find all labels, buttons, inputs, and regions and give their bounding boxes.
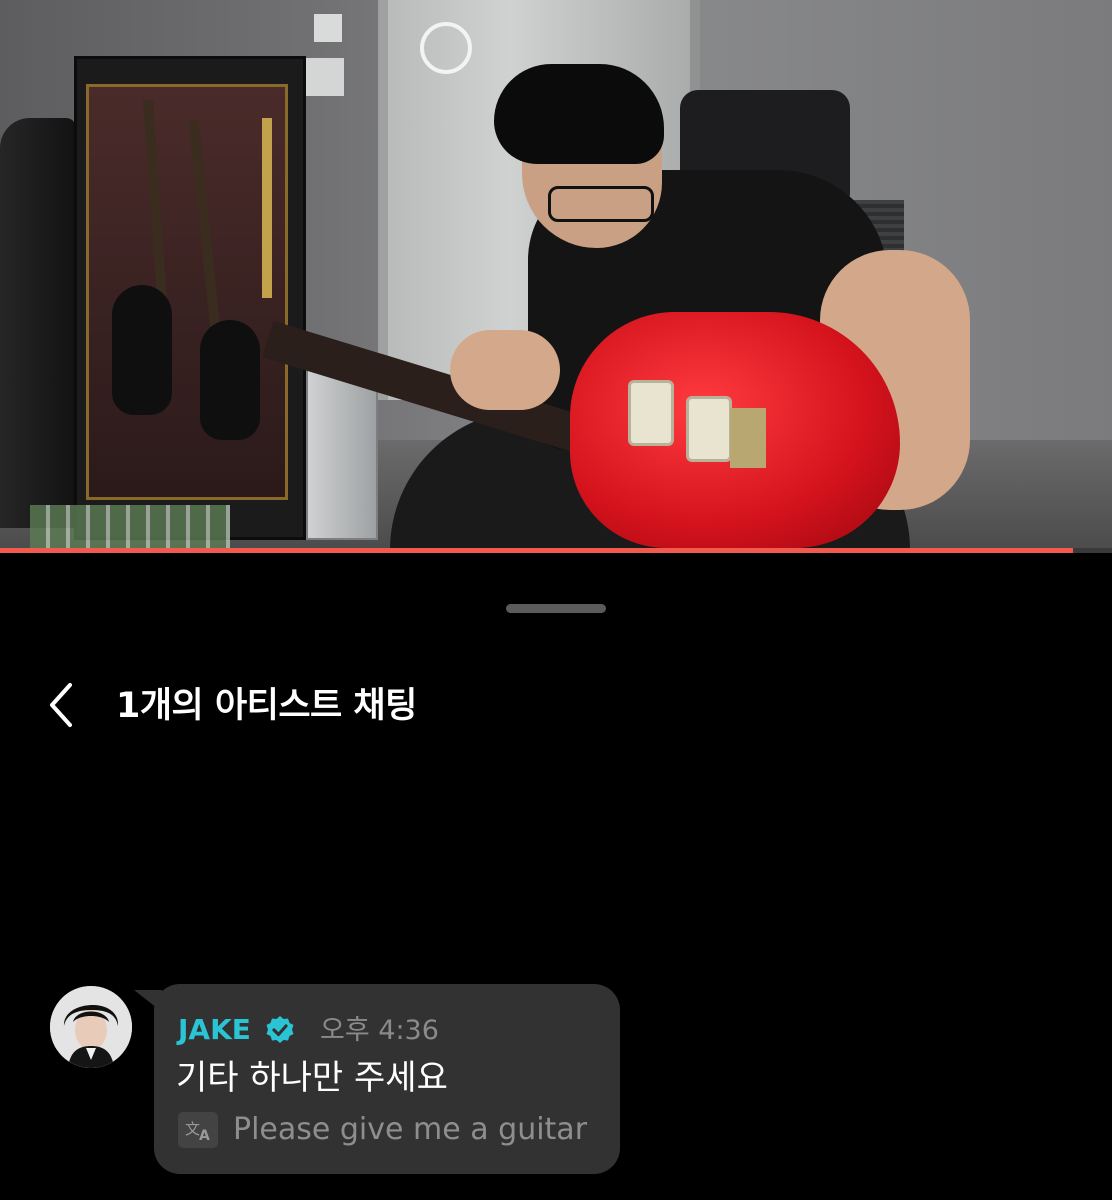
- video-guitar-bridge: [730, 408, 766, 468]
- avatar-image: [50, 986, 132, 1068]
- video-guitar-pickup: [686, 396, 732, 462]
- live-video[interactable]: [0, 0, 1112, 548]
- avatar[interactable]: [50, 986, 132, 1068]
- video-stored-guitar-body: [112, 285, 172, 415]
- video-stored-guitar-neck: [262, 118, 272, 298]
- svg-text:文: 文: [185, 1120, 200, 1138]
- video-gig-bag: [0, 118, 76, 528]
- back-button[interactable]: [44, 680, 84, 730]
- verified-badge-icon: [266, 1016, 294, 1043]
- video-wall-switch: [314, 14, 342, 42]
- message-text: 기타 하나만 주세요: [176, 1058, 448, 1098]
- video-aluminum-case: [306, 366, 378, 540]
- message-translation: Please give me a guitar: [233, 1112, 588, 1147]
- translate-icon: 文 A: [185, 1120, 210, 1144]
- video-wall-panel: [302, 58, 344, 96]
- video-stored-guitar-body: [200, 320, 260, 440]
- video-progress-bar[interactable]: [0, 548, 1112, 553]
- translate-button[interactable]: 文 A: [178, 1112, 218, 1148]
- video-door-ring: [420, 22, 472, 74]
- video-person-hand: [450, 330, 560, 410]
- video-bottles: [30, 505, 230, 548]
- video-progress-fill: [0, 548, 1074, 553]
- video-guitar-pickup: [628, 380, 674, 446]
- svg-text:A: A: [199, 1128, 210, 1144]
- message-author[interactable]: JAKE: [178, 1010, 251, 1050]
- page-title: 1개의 아티스트 채팅: [116, 686, 417, 726]
- chevron-left-icon: [50, 683, 72, 727]
- message-timestamp: 오후 4:36: [320, 1015, 439, 1046]
- sheet-grab-handle[interactable]: [506, 604, 606, 613]
- video-person-hair: [494, 64, 664, 164]
- video-person-glasses: [548, 186, 654, 222]
- video-cabinet-interior: [86, 84, 288, 500]
